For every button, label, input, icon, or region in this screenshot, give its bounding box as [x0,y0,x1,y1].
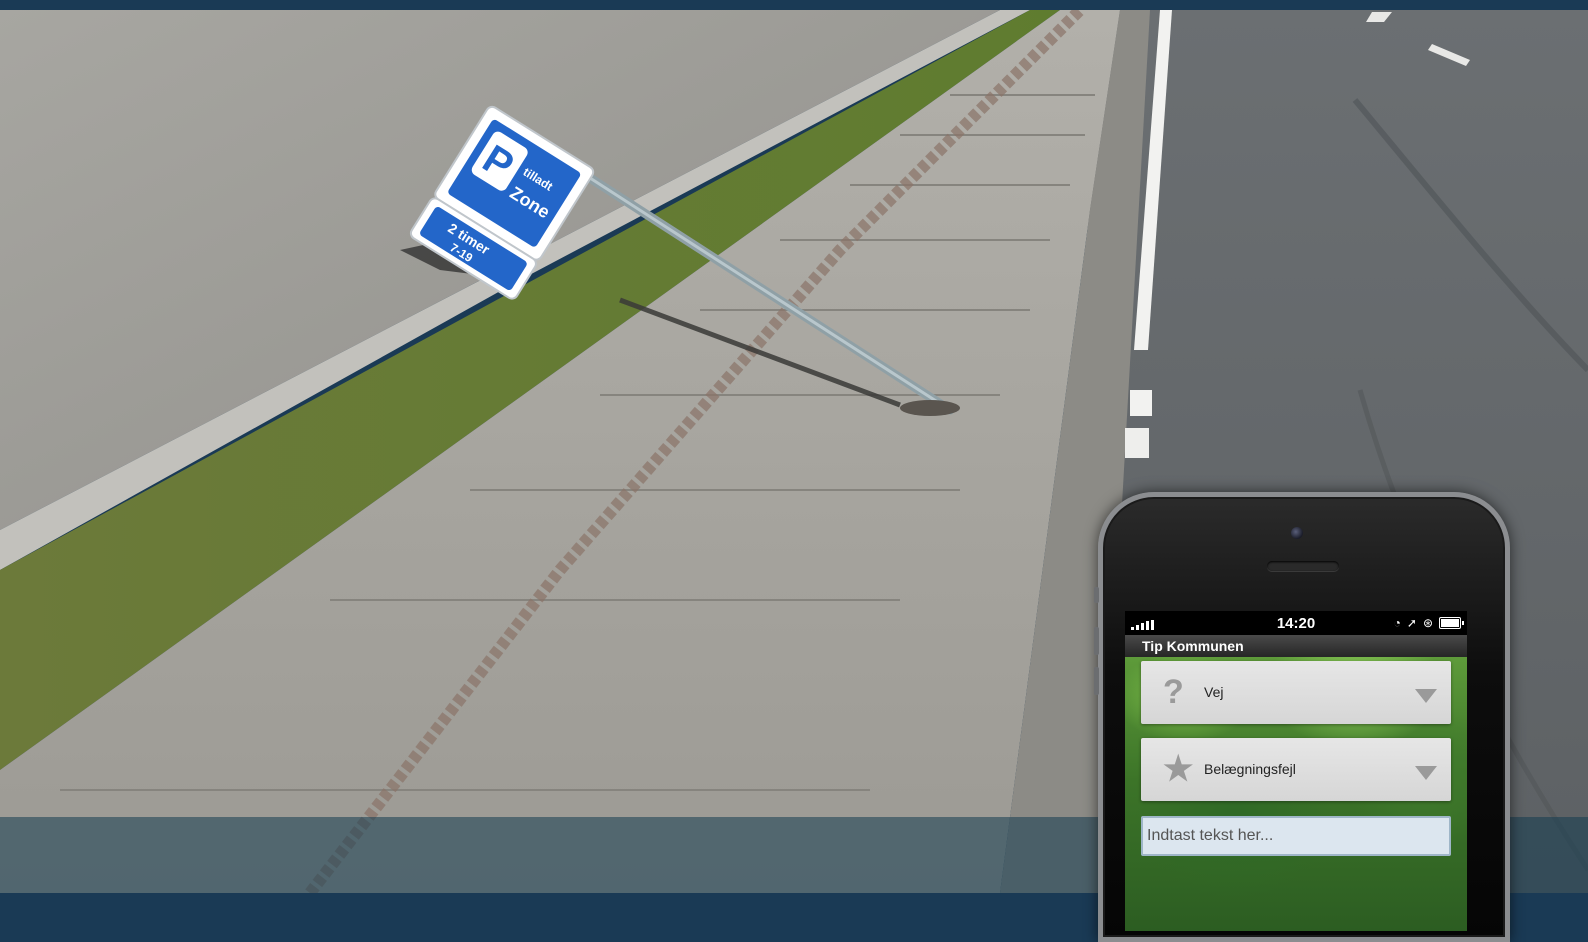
message-input[interactable] [1141,816,1451,856]
phone-mockup: 14:20 ◔ ➚ ⊛ Tip Kommunen ? Vej ★ Belægni… [1094,492,1510,942]
status-bar: 14:20 ◔ ➚ ⊛ [1125,611,1467,635]
category-select-value: Vej [1204,684,1224,700]
category-select[interactable]: ? Vej [1141,661,1451,724]
volume-up-button [1094,627,1099,655]
star-icon: ★ [1163,750,1194,788]
phone-screen: 14:20 ◔ ➚ ⊛ Tip Kommunen ? Vej ★ Belægni… [1125,611,1467,931]
volume-down-button [1094,667,1099,695]
top-bar [0,0,1588,10]
earpiece-speaker [1267,561,1339,571]
app-title: Tip Kommunen [1142,638,1244,654]
subcategory-select[interactable]: ★ Belægningsfejl [1141,738,1451,801]
dropdown-arrow-icon [1415,766,1437,780]
dropdown-arrow-icon [1415,689,1437,703]
alarm-icon: ◔ [1393,616,1401,630]
app-background: ? Vej ★ Belægningsfejl [1125,657,1467,931]
app-title-bar: Tip Kommunen [1125,635,1467,657]
subcategory-select-value: Belægningsfejl [1204,761,1296,777]
location-arrow-icon: ➚ [1406,616,1417,630]
rotation-lock-icon: ⊛ [1422,616,1433,630]
front-camera [1291,527,1303,539]
battery-icon [1439,617,1464,629]
question-icon: ? [1163,673,1184,711]
mute-switch [1094,587,1099,603]
